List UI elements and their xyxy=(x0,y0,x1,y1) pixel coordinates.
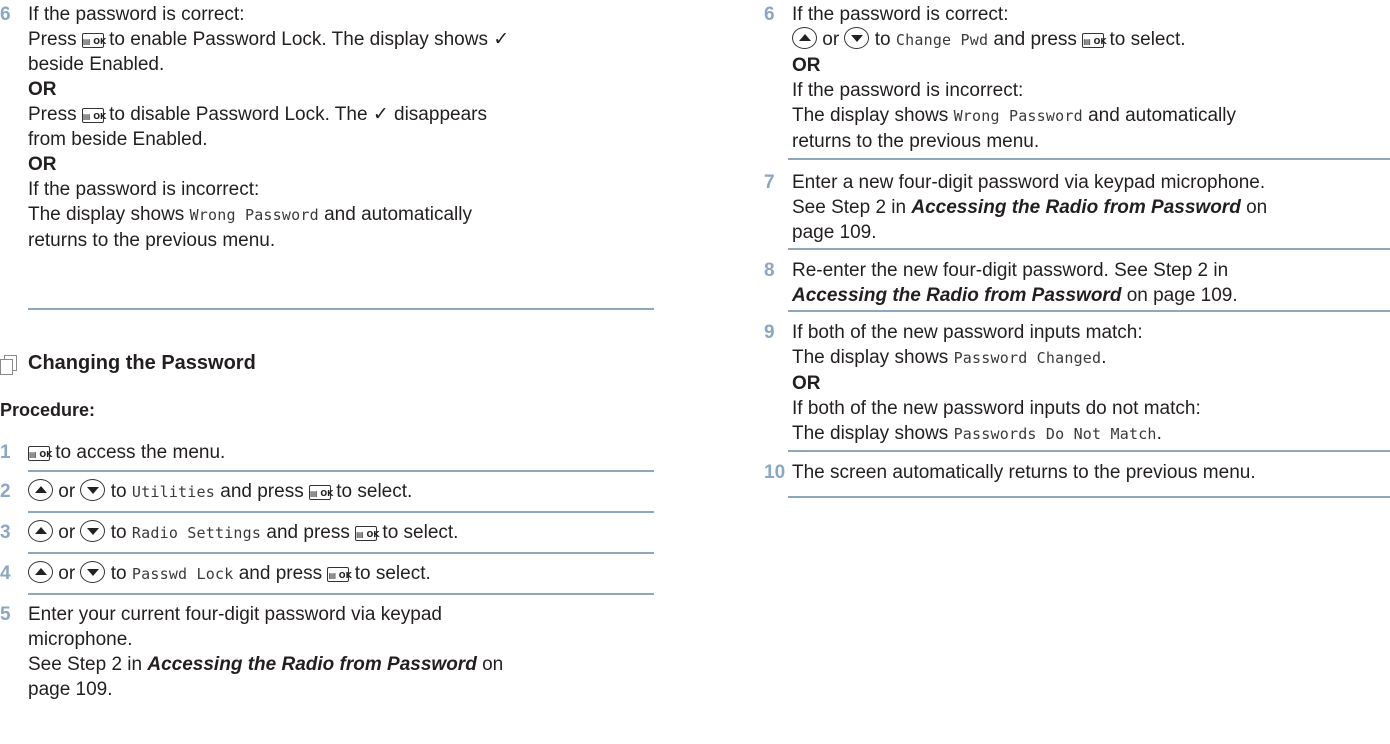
step-text: Enter your current four-digit password v… xyxy=(28,604,442,625)
step-text: Enter a new four-digit password via keyp… xyxy=(792,172,1266,193)
step-text: See Step 2 in Accessing the Radio from P… xyxy=(28,654,504,675)
step-text: The display shows Passwords Do Not Match… xyxy=(792,423,1162,444)
up-arrow-key-icon xyxy=(28,479,53,501)
cross-reference-link[interactable]: Accessing the Radio from Password xyxy=(147,654,476,675)
step-text: If the password is correct: xyxy=(28,4,245,25)
step-text: The screen automatically returns to the … xyxy=(792,462,1256,483)
down-arrow-key-icon xyxy=(844,27,870,49)
step-text: beside Enabled. xyxy=(28,54,165,75)
step-2: 2 or to Utilities and press ▤ OK to sele… xyxy=(0,479,413,502)
divider xyxy=(788,158,1390,160)
step-text: returns to the previous menu. xyxy=(792,131,1040,152)
menu-item-text: Radio Settings xyxy=(131,524,262,542)
menu-item-text: Passwd Lock xyxy=(131,565,234,583)
section-title-text: Changing the Password xyxy=(28,352,256,374)
step-8: 8 Re-enter the new four-digit password. … xyxy=(764,258,1390,308)
step-6-left: 6 If the password is correct: Press ▤ OK… xyxy=(0,2,682,253)
divider xyxy=(788,450,1390,452)
or-label: OR xyxy=(28,79,57,100)
ok-key-icon: ▤ OK xyxy=(327,567,352,582)
step-text: If the password is incorrect: xyxy=(792,80,1024,101)
step-7: 7 Enter a new four-digit password via ke… xyxy=(764,170,1390,245)
ok-key-icon: ▤ OK xyxy=(355,526,379,541)
procedure-label: Procedure: xyxy=(0,400,96,420)
down-arrow-key-icon xyxy=(80,520,106,542)
step-text: returns to the previous menu. xyxy=(28,230,276,251)
divider xyxy=(788,496,1390,498)
step-4: 4 or to Passwd Lock and press ▤ OK to se… xyxy=(0,561,431,584)
step-text: microphone. xyxy=(28,629,133,650)
topic-icon xyxy=(0,354,17,375)
step-text: Press ▤ OK to disable Password Lock. The… xyxy=(28,104,487,125)
step-text: The display shows Wrong Password and aut… xyxy=(28,204,472,225)
step-text: The display shows Wrong Password and aut… xyxy=(792,105,1236,126)
step-text: page 109. xyxy=(28,679,113,700)
step-text: from beside Enabled. xyxy=(28,129,208,150)
step-number: 1 xyxy=(0,442,11,463)
step-text: If both of the new password inputs match… xyxy=(792,322,1143,343)
ok-key-icon: ▤ OK xyxy=(28,446,52,461)
step-text: Accessing the Radio from Password on pag… xyxy=(792,285,1238,306)
step-text: The display shows Password Changed. xyxy=(792,347,1107,368)
step-number: 3 xyxy=(0,522,11,543)
section-title: Changing the Password xyxy=(0,352,256,375)
ok-key-icon: ▤ OK xyxy=(81,108,106,123)
step-3: 3 or to Radio Settings and press ▤ OK to… xyxy=(0,520,459,543)
step-1: 1 ▤ OK to access the menu. xyxy=(0,440,682,465)
step-text: Press ▤ OK to enable Password Lock. The … xyxy=(28,29,510,50)
step-10: 10 The screen automatically returns to t… xyxy=(764,460,1390,485)
step-number: 9 xyxy=(764,322,775,343)
up-arrow-key-icon xyxy=(28,520,53,542)
step-6-right: 6 If the password is correct: or to Chan… xyxy=(764,2,1390,154)
step-text: If both of the new password inputs do no… xyxy=(792,398,1201,419)
divider xyxy=(28,308,654,310)
step-text: page 109. xyxy=(792,222,877,243)
divider xyxy=(28,511,654,513)
cross-reference-link[interactable]: Accessing the Radio from Password xyxy=(792,285,1121,306)
divider xyxy=(28,470,654,472)
or-label: OR xyxy=(792,373,821,394)
step-number: 7 xyxy=(764,172,775,193)
divider xyxy=(28,552,654,554)
step-text: If the password is correct: xyxy=(792,4,1009,25)
menu-item-text: Change Pwd xyxy=(895,31,989,49)
cross-reference-link[interactable]: Accessing the Radio from Password xyxy=(911,197,1240,218)
step-text: to access the menu. xyxy=(55,442,226,463)
ok-key-icon: ▤ OK xyxy=(81,33,106,48)
step-number: 6 xyxy=(764,4,775,25)
step-number: 4 xyxy=(0,563,11,584)
step-5: 5 Enter your current four-digit password… xyxy=(0,602,682,702)
step-number: 6 xyxy=(0,4,11,25)
down-arrow-key-icon xyxy=(80,561,106,583)
step-number: 5 xyxy=(0,604,11,625)
step-text: If the password is incorrect: xyxy=(28,179,260,200)
step-text: Re-enter the new four-digit password. Se… xyxy=(792,260,1229,281)
or-label: OR xyxy=(28,154,57,175)
menu-item-text: Utilities xyxy=(131,483,215,501)
up-arrow-key-icon xyxy=(28,561,53,583)
step-9: 9 If both of the new password inputs mat… xyxy=(764,320,1390,447)
divider xyxy=(28,593,654,595)
divider xyxy=(788,310,1390,312)
step-number: 8 xyxy=(764,260,775,281)
or-label: OR xyxy=(792,55,821,76)
ok-key-icon: ▤ OK xyxy=(308,485,333,500)
step-number: 2 xyxy=(0,481,11,502)
down-arrow-key-icon xyxy=(80,479,106,501)
up-arrow-key-icon xyxy=(792,27,817,49)
step-text: See Step 2 in Accessing the Radio from P… xyxy=(792,197,1268,218)
divider xyxy=(788,248,1390,250)
ok-key-icon: ▤ OK xyxy=(1082,33,1107,48)
step-number: 10 xyxy=(764,462,786,483)
